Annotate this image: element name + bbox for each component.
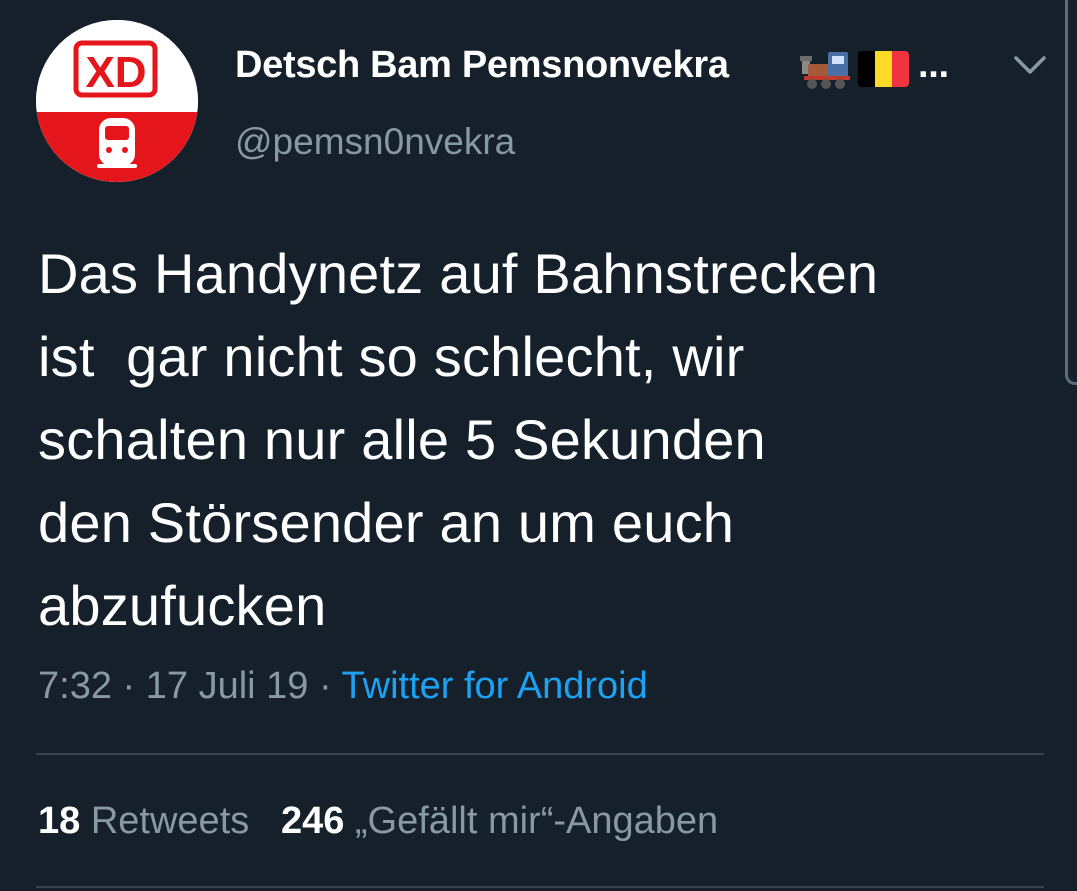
meta-separator: · <box>308 665 342 707</box>
likes-stat[interactable]: 246 „Gefällt mir“-Angaben <box>281 800 718 842</box>
meta-separator: · <box>111 665 146 707</box>
retweets-label: Retweets <box>90 800 250 842</box>
belgium-flag-emoji-icon <box>858 51 909 87</box>
tweet-date: 17 Juli 19 <box>145 665 309 707</box>
retweets-stat[interactable]: 18 Retweets <box>38 800 249 842</box>
divider <box>36 753 1044 755</box>
retweets-count: 18 <box>38 800 81 842</box>
handle[interactable]: @pemsn0nvekra <box>235 121 515 163</box>
tweet-detail-view: XD Detsch Bam Pemsnonvekra ... @pemsn0nv… <box>0 0 1077 891</box>
avatar[interactable]: XD <box>36 20 198 182</box>
divider <box>36 886 1044 888</box>
scrollbar[interactable] <box>1065 0 1077 385</box>
tweet-stats: 18 Retweets 246 „Gefällt mir“-Angaben <box>38 800 718 843</box>
tweet-text: Das Handynetz auf Bahnstrecken ist gar n… <box>38 242 879 637</box>
avatar-text: XD <box>85 48 146 97</box>
steam-locomotive-emoji-icon <box>800 52 850 89</box>
name-overflow-text: ... <box>918 44 949 86</box>
display-name-text: Detsch Bam Pemsnonvekra <box>235 44 729 86</box>
likes-count: 246 <box>280 800 345 842</box>
tweet-source-link[interactable]: Twitter for Android <box>342 665 648 707</box>
likes-label: „Gefällt mir“-Angaben <box>354 800 719 842</box>
tweet-meta: 7:32 · 17 Juli 19 · Twitter for Android <box>38 665 648 708</box>
avatar-logo-icon: XD <box>36 20 198 182</box>
chevron-down-icon <box>1014 56 1046 74</box>
name-overflow: ... <box>918 44 949 87</box>
more-options-button[interactable] <box>1010 50 1050 80</box>
tweet-time: 7:32 <box>38 665 112 707</box>
display-name[interactable]: Detsch Bam Pemsnonvekra <box>235 44 729 87</box>
